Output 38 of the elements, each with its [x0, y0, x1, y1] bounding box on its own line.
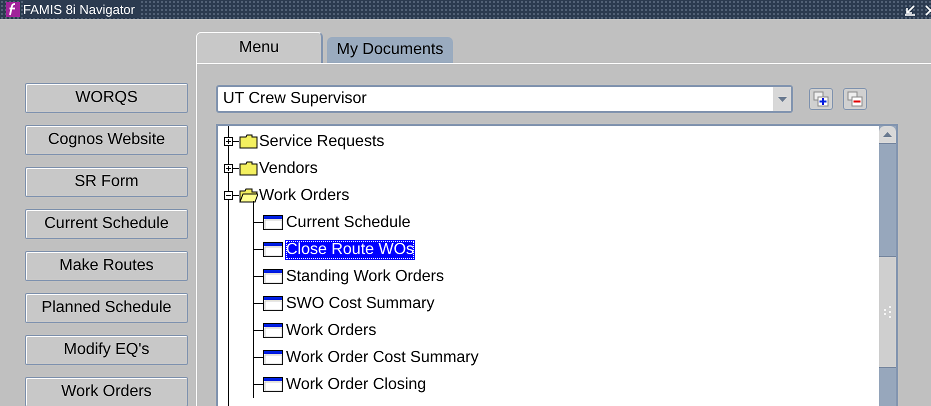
tree-item[interactable]: Vendors	[258, 158, 319, 178]
tab[interactable]: Menu	[196, 32, 323, 63]
tree-item[interactable]: Work Order Cost Summary	[285, 348, 480, 368]
scroll-up-icon[interactable]	[883, 132, 892, 137]
responsibility-dropdown[interactable]: UT Crew Supervisor	[216, 85, 793, 113]
tree-item[interactable]: Service Requests	[258, 132, 386, 152]
expand-all-icon	[813, 91, 829, 107]
tab[interactable]: My Documents	[327, 37, 453, 63]
tree-item[interactable]: Current Schedule	[285, 212, 412, 232]
grip-icon	[884, 306, 892, 318]
collapse-all-icon	[847, 91, 863, 107]
scroll-thumb[interactable]	[879, 256, 896, 368]
tree-item[interactable]: SWO Cost Summary	[285, 294, 436, 314]
expand-all-button[interactable]	[809, 88, 833, 110]
tree-item[interactable]: Work Orders	[258, 186, 350, 206]
caret-icon	[778, 96, 786, 102]
scrollbar[interactable]	[879, 126, 896, 406]
shortcut-button[interactable]: Modify EQ's	[25, 335, 188, 365]
tree-item[interactable]: Work Order Closing	[285, 374, 428, 394]
app-logo-icon	[6, 2, 20, 17]
window-title: FAMIS 8i Navigator	[23, 1, 141, 18]
shortcut-button[interactable]: Cognos Website	[25, 125, 188, 155]
restore-icon[interactable]	[904, 4, 916, 16]
shortcut-button[interactable]: Work Orders	[25, 377, 188, 406]
expand-icon[interactable]	[224, 164, 233, 173]
tree-item[interactable]: Work Orders	[285, 320, 378, 340]
expand-icon[interactable]	[224, 137, 233, 146]
collapse-icon[interactable]	[224, 191, 233, 200]
close-icon[interactable]	[925, 4, 931, 16]
shortcut-button[interactable]: WORQS	[25, 83, 188, 113]
shortcut-button[interactable]: Planned Schedule	[25, 293, 188, 323]
tree-item[interactable]: Close Route WOs	[285, 240, 416, 260]
shortcut-button[interactable]: Make Routes	[25, 251, 188, 281]
shortcut-button[interactable]: SR Form	[25, 167, 188, 197]
collapse-all-button[interactable]	[843, 88, 867, 110]
tree-item[interactable]: Standing Work Orders	[285, 266, 445, 286]
shortcut-button[interactable]: Current Schedule	[25, 209, 188, 239]
dropdown-value: UT Crew Supervisor	[222, 89, 368, 109]
